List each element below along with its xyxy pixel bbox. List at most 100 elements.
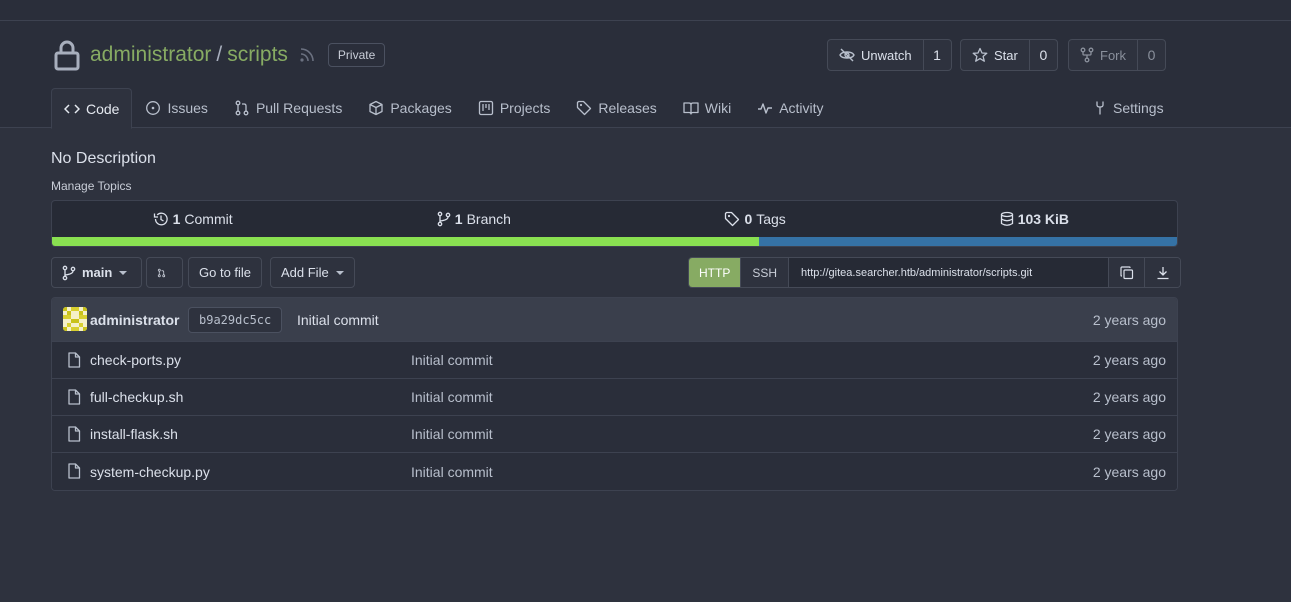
tab-pull-requests[interactable]: Pull Requests <box>221 88 355 128</box>
tab-settings-label: Settings <box>1113 100 1164 116</box>
commits-label: Commit <box>184 211 233 227</box>
table-row[interactable]: check-ports.py Initial commit 2 years ag… <box>52 342 1177 379</box>
tab-issues-label: Issues <box>167 100 208 116</box>
repo-title: administrator / scripts Private <box>52 38 386 72</box>
issue-icon <box>146 101 161 115</box>
file-name[interactable]: check-ports.py <box>90 352 181 368</box>
language-bar <box>52 237 1177 246</box>
file-commit-message[interactable]: Initial commit <box>411 352 493 368</box>
watchers-count[interactable]: 1 <box>924 40 951 70</box>
pull-request-icon <box>235 100 249 116</box>
file-name[interactable]: full-checkup.sh <box>90 389 183 405</box>
stars-count[interactable]: 0 <box>1030 40 1057 70</box>
tags-count: 0 <box>744 211 753 227</box>
commit-sha[interactable]: b9a29dc5cc <box>188 307 283 333</box>
file-commit-message[interactable]: Initial commit <box>411 426 493 442</box>
chevron-down-icon <box>119 270 128 275</box>
repo-description: No Description <box>51 150 156 167</box>
file-name[interactable]: install-flask.sh <box>90 426 178 442</box>
commits-stat[interactable]: 1 Commit <box>52 201 333 237</box>
tab-settings[interactable]: Settings <box>1093 88 1164 128</box>
table-row[interactable]: system-checkup.py Initial commit 2 years… <box>52 453 1177 490</box>
tags-stat[interactable]: 0 Tags <box>615 201 896 237</box>
repo-size: 103 KiB <box>1017 211 1070 227</box>
file-commit-message[interactable]: Initial commit <box>411 389 493 405</box>
chevron-down-icon <box>335 270 344 275</box>
download-button[interactable] <box>1144 258 1181 287</box>
branches-count: 1 <box>454 211 463 227</box>
file-name[interactable]: system-checkup.py <box>90 464 210 480</box>
eye-closed-icon <box>839 48 855 62</box>
file-icon <box>68 352 81 368</box>
star-button-group: Star 0 <box>960 39 1058 71</box>
ssh-toggle[interactable]: SSH <box>740 258 789 287</box>
latest-commit-bar: administrator b9a29dc5cc Initial commit … <box>52 298 1177 342</box>
http-toggle[interactable]: HTTP <box>689 258 741 287</box>
tab-activity[interactable]: Activity <box>744 88 836 128</box>
file-time: 2 years ago <box>1092 426 1166 442</box>
unwatch-button[interactable]: Unwatch <box>828 40 924 70</box>
repo-name-link[interactable]: scripts <box>227 43 288 67</box>
branches-stat[interactable]: 1 Branch <box>333 201 614 237</box>
tools-icon <box>1096 101 1104 115</box>
tab-code-label: Code <box>86 100 120 117</box>
tab-projects-label: Projects <box>499 100 551 116</box>
private-badge: Private <box>327 43 386 67</box>
add-file-label: Add File <box>281 265 329 280</box>
go-to-file-button[interactable]: Go to file <box>188 257 263 288</box>
compare-button[interactable] <box>146 257 183 288</box>
top-navbar <box>0 0 1291 21</box>
star-icon <box>972 47 988 62</box>
database-icon <box>1000 211 1013 226</box>
repo-separator: / <box>216 43 223 66</box>
branch-icon <box>62 265 76 280</box>
repo-owner-link[interactable]: administrator <box>90 43 211 67</box>
project-icon <box>478 100 493 116</box>
add-file-button[interactable]: Add File <box>270 257 355 288</box>
repo-stats: 1 Commit 1 Branch 0 Tags 103 KiB <box>51 200 1178 247</box>
tab-issues[interactable]: Issues <box>132 88 220 128</box>
tab-projects[interactable]: Projects <box>465 88 564 128</box>
copy-icon <box>1119 265 1133 279</box>
identicon <box>63 307 87 331</box>
tab-releases[interactable]: Releases <box>563 88 669 128</box>
avatar[interactable] <box>63 307 87 331</box>
tab-wiki-label: Wiki <box>704 100 732 116</box>
table-row[interactable]: full-checkup.sh Initial commit 2 years a… <box>52 379 1177 416</box>
tab-wiki[interactable]: Wiki <box>670 88 744 128</box>
tab-activity-label: Activity <box>779 100 824 116</box>
lock-icon <box>54 40 80 71</box>
forks-count[interactable]: 0 <box>1138 40 1165 70</box>
commit-message[interactable]: Initial commit <box>297 312 379 328</box>
fork-icon <box>1080 47 1094 63</box>
table-row[interactable]: install-flask.sh Initial commit 2 years … <box>52 416 1177 453</box>
tab-code[interactable]: Code <box>51 88 133 129</box>
commit-author[interactable]: administrator <box>90 312 179 328</box>
history-icon <box>153 212 168 226</box>
star-label: Star <box>994 47 1018 63</box>
clone-url-input[interactable]: http://gitea.searcher.htb/administrator/… <box>788 258 1109 287</box>
branch-selector[interactable]: main <box>51 257 142 288</box>
code-icon <box>64 103 80 114</box>
copy-button[interactable] <box>1108 258 1145 287</box>
language-bar-shell[interactable] <box>52 237 759 246</box>
download-icon <box>1157 266 1169 279</box>
file-time: 2 years ago <box>1092 352 1166 368</box>
rss-icon[interactable] <box>299 47 315 63</box>
file-time: 2 years ago <box>1092 463 1166 480</box>
book-icon <box>683 102 699 115</box>
file-icon <box>68 389 81 405</box>
file-icon <box>68 426 81 442</box>
file-commit-message[interactable]: Initial commit <box>411 464 493 480</box>
pulse-icon <box>758 103 773 114</box>
tab-packages[interactable]: Packages <box>355 88 464 128</box>
tab-pull-requests-label: Pull Requests <box>255 100 343 116</box>
star-button[interactable]: Star <box>961 40 1030 70</box>
tag-icon <box>577 100 592 116</box>
tab-releases-label: Releases <box>598 100 657 116</box>
language-bar-python[interactable] <box>758 237 1177 246</box>
fork-label: Fork <box>1100 47 1126 63</box>
fork-button[interactable]: Fork <box>1069 40 1138 70</box>
file-time: 2 years ago <box>1092 389 1166 405</box>
manage-topics-link[interactable]: Manage Topics <box>51 179 132 193</box>
